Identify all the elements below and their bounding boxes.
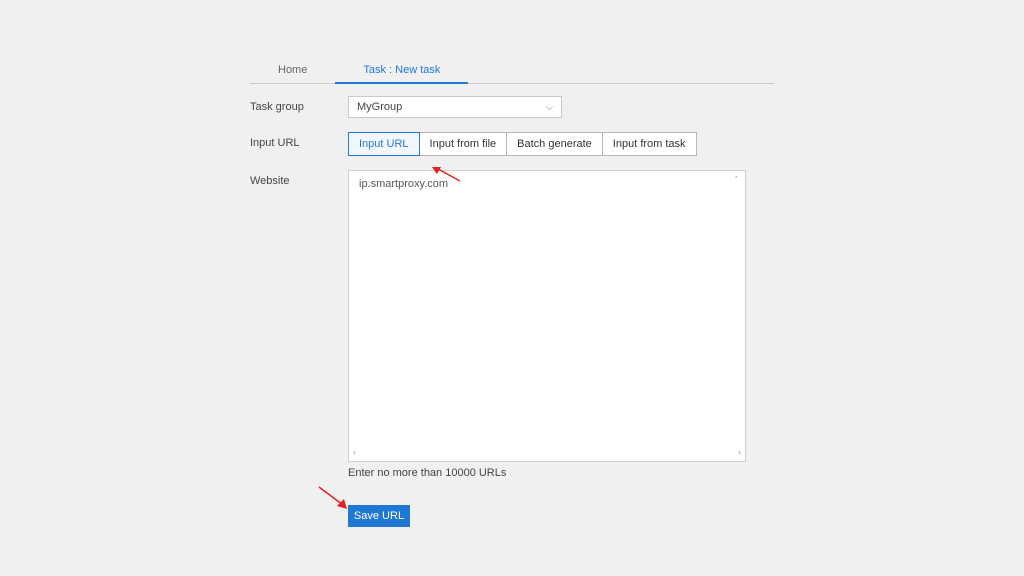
- annotation-arrow-icon: [317, 485, 349, 509]
- task-group-label: Task group: [250, 96, 348, 118]
- scroll-up-icon[interactable]: ˆ: [730, 173, 743, 186]
- tab-task-new[interactable]: Task : New task: [335, 58, 468, 83]
- mode-input-from-task[interactable]: Input from task: [602, 132, 697, 156]
- input-url-label: Input URL: [250, 132, 348, 156]
- tab-home[interactable]: Home: [250, 58, 335, 83]
- website-label: Website: [250, 170, 348, 479]
- mode-input-url[interactable]: Input URL: [348, 132, 420, 156]
- mode-input-from-file[interactable]: Input from file: [419, 132, 508, 156]
- task-group-select[interactable]: MyGroup ⌵: [348, 96, 562, 118]
- website-textarea-wrap: ˆ ‹ ›: [348, 170, 746, 462]
- mode-batch-generate[interactable]: Batch generate: [506, 132, 603, 156]
- chevron-down-icon: ⌵: [546, 102, 553, 113]
- url-hint: Enter no more than 10000 URLs: [348, 467, 746, 479]
- save-url-button[interactable]: Save URL: [348, 505, 410, 527]
- scroll-left-icon: ‹: [353, 447, 356, 459]
- hscroll[interactable]: ‹ ›: [353, 447, 741, 459]
- website-input[interactable]: [349, 171, 745, 461]
- main-tabs: Home Task : New task: [250, 58, 774, 84]
- url-mode-tabs: Input URL Input from file Batch generate…: [348, 132, 697, 156]
- task-group-value: MyGroup: [357, 101, 402, 113]
- scroll-right-icon: ›: [738, 447, 741, 459]
